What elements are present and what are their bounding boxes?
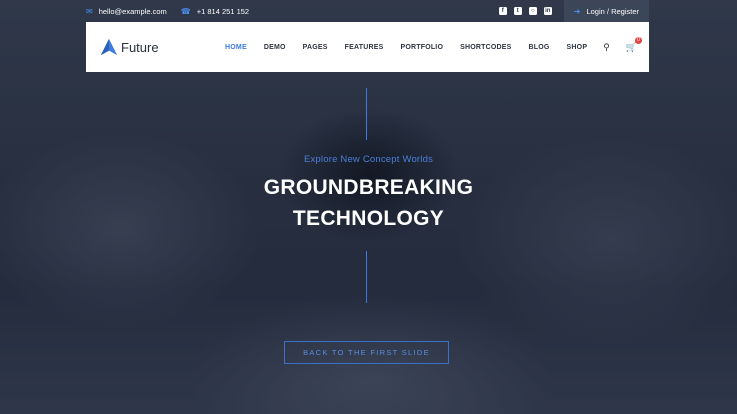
nav-item-shop[interactable]: SHOP xyxy=(567,44,588,51)
contact-info: ✉ hello@example.com ☎ +1 814 251 152 xyxy=(86,7,263,16)
hero-headline: GROUNDBREAKING TECHNOLOGY xyxy=(0,172,737,234)
facebook-icon[interactable]: f xyxy=(498,7,507,15)
login-icon: ➜ xyxy=(573,6,581,16)
nav-item-home[interactable]: HOME xyxy=(225,44,247,51)
headline-line-2: TECHNOLOGY xyxy=(292,207,445,230)
nav-menu: HOME DEMO PAGES FEATURES PORTFOLIO SHORT… xyxy=(208,36,642,53)
logo-icon xyxy=(100,38,118,56)
back-to-first-slide-button[interactable]: BACK TO THE FIRST SLIDE xyxy=(284,341,449,364)
divider-line-top xyxy=(366,88,367,140)
divider-line-bottom xyxy=(366,251,367,303)
email-text[interactable]: hello@example.com xyxy=(99,7,167,16)
social-links: f t ○ in ➜ Login / Register xyxy=(492,0,649,22)
hero-subtitle: Explore New Concept Worlds xyxy=(303,154,434,165)
linkedin-icon[interactable]: in xyxy=(543,7,552,15)
nav-item-features[interactable]: FEATURES xyxy=(345,44,384,51)
phone-text[interactable]: +1 814 251 152 xyxy=(197,7,249,16)
cart-icon[interactable]: 🛒 0 xyxy=(626,36,642,53)
brand-logo[interactable]: Future xyxy=(100,38,159,56)
nav-item-demo[interactable]: DEMO xyxy=(264,44,286,51)
login-label: Login / Register xyxy=(586,6,639,16)
brand-name: Future xyxy=(121,39,159,55)
phone-contact[interactable]: ☎ +1 814 251 152 xyxy=(181,7,249,16)
nav-item-pages[interactable]: PAGES xyxy=(303,44,328,51)
twitter-icon[interactable]: t xyxy=(513,7,522,15)
nav-item-portfolio[interactable]: PORTFOLIO xyxy=(400,44,443,51)
search-icon[interactable]: ⚲ xyxy=(603,42,610,53)
login-register-link[interactable]: ➜ Login / Register xyxy=(563,0,649,22)
email-contact[interactable]: ✉ hello@example.com xyxy=(86,7,167,16)
main-navbar: Future HOME DEMO PAGES FEATURES PORTFOLI… xyxy=(86,22,649,72)
cart-badge: 0 xyxy=(635,36,642,44)
instagram-icon[interactable]: ○ xyxy=(528,7,537,15)
top-bar: ✉ hello@example.com ☎ +1 814 251 152 f t… xyxy=(86,0,649,22)
nav-item-shortcodes[interactable]: SHORTCODES xyxy=(460,44,511,51)
envelope-icon: ✉ xyxy=(86,6,93,16)
headline-line-1: GROUNDBREAKING xyxy=(263,176,474,199)
nav-item-blog[interactable]: BLOG xyxy=(529,44,550,51)
phone-icon: ☎ xyxy=(180,6,191,16)
